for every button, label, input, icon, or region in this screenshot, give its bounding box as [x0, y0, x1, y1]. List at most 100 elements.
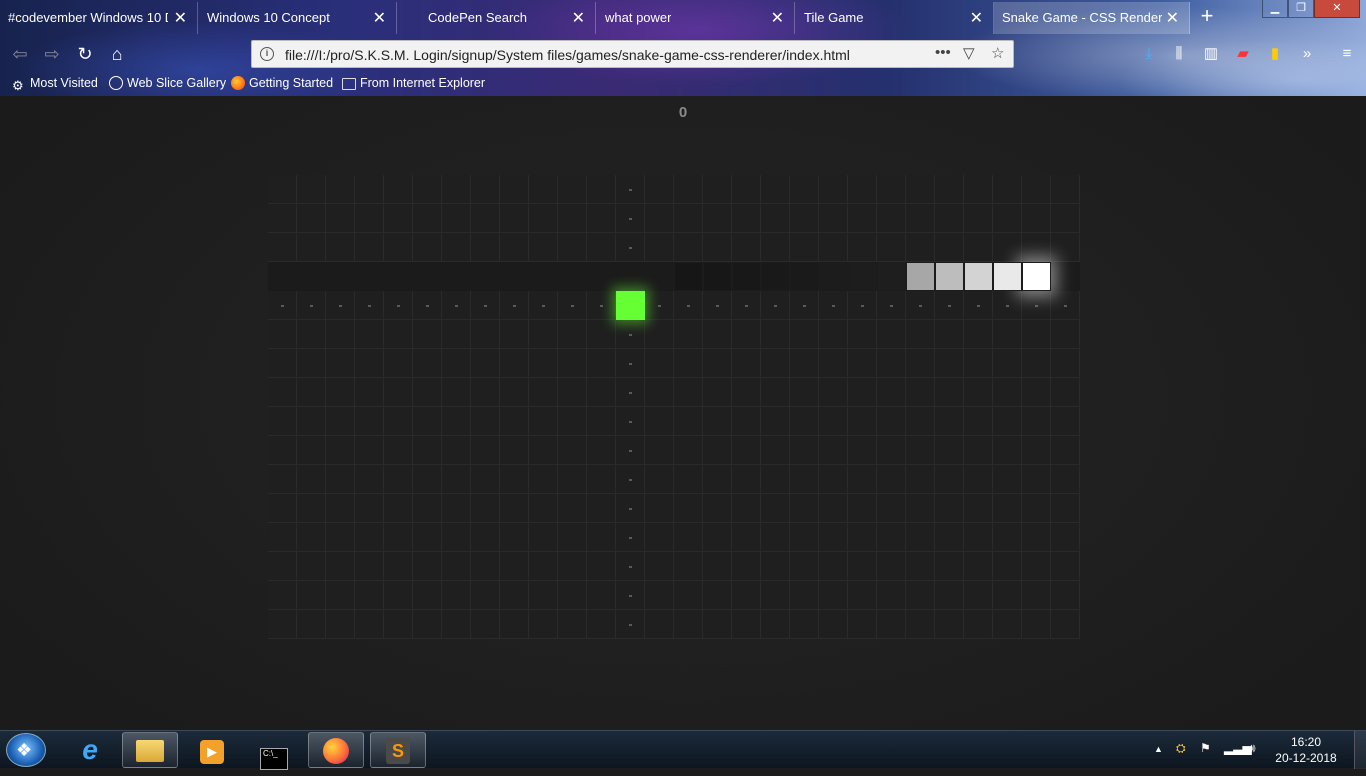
tab-windows-10-concept[interactable]: Windows 10 Concept ✕	[199, 2, 397, 34]
start-button[interactable]: ❖	[6, 733, 46, 767]
food-pellet	[616, 291, 645, 320]
trail-cell	[326, 262, 355, 291]
trail-mark	[397, 305, 400, 307]
info-icon[interactable]: i	[260, 47, 274, 61]
minimize-button[interactable]: ▁	[1262, 0, 1288, 18]
snake-segment	[848, 262, 877, 291]
stats-addon-icon[interactable]: ▮	[1262, 40, 1288, 68]
trail-mark	[890, 305, 893, 307]
trail-mark	[600, 305, 603, 307]
url-text[interactable]: file:///I:/pro/S.K.S.M. Login/signup/Sys…	[285, 47, 850, 63]
trail-mark	[658, 305, 661, 307]
snake-segment	[993, 262, 1022, 291]
bookmark-getting-started[interactable]: Getting Started	[231, 76, 333, 90]
bookmark-from-internet-explorer[interactable]: From Internet Explorer	[342, 76, 485, 90]
tab-what-power[interactable]: what power ✕	[597, 2, 795, 34]
library-icon[interactable]: ⫼	[1166, 40, 1192, 68]
bookmark-web-slice-gallery[interactable]: Web Slice Gallery	[109, 76, 226, 90]
show-desktop-button[interactable]	[1354, 731, 1366, 769]
forward-button[interactable]: ⇨	[38, 40, 66, 68]
overflow-chevron-icon[interactable]: »	[1294, 40, 1320, 68]
show-hidden-icons-button[interactable]: ▲	[1154, 744, 1163, 754]
trail-mark	[687, 305, 690, 307]
close-tab-icon[interactable]: ✕	[373, 8, 386, 28]
close-tab-icon[interactable]: ✕	[572, 8, 585, 28]
bookmark-label: Most Visited	[30, 76, 98, 90]
url-bar[interactable]: i file:///I:/pro/S.K.S.M. Login/signup/S…	[251, 40, 1014, 68]
snake-segment	[732, 262, 761, 291]
globe-icon	[109, 76, 123, 90]
firefox-icon[interactable]	[308, 732, 364, 768]
bookmark-label: Web Slice Gallery	[127, 76, 227, 90]
close-tab-icon[interactable]: ✕	[771, 8, 784, 28]
menu-hamburger-icon[interactable]: ≡	[1334, 40, 1360, 68]
trail-mark	[629, 189, 632, 191]
score-display: 0	[678, 104, 688, 121]
tab-snake-game[interactable]: Snake Game - CSS Renderer ✕	[994, 2, 1190, 34]
media-player-icon[interactable]: ▶	[184, 732, 240, 768]
downloads-icon[interactable]: ⤓	[1136, 40, 1162, 68]
clock[interactable]: 16:20 20-12-2018	[1270, 734, 1342, 766]
trail-mark	[484, 305, 487, 307]
snake-segment	[674, 262, 703, 291]
snake-segment	[703, 262, 732, 291]
trail-mark	[629, 624, 632, 626]
trail-cell	[529, 262, 558, 291]
home-button[interactable]: ⌂	[103, 40, 131, 68]
close-tab-icon[interactable]: ✕	[1166, 8, 1179, 28]
flash-addon-icon[interactable]: ▰	[1230, 40, 1256, 68]
trail-cell	[500, 262, 529, 291]
tab-title: what power	[605, 10, 672, 25]
snake-segment	[877, 262, 906, 291]
close-window-button[interactable]: ✕	[1314, 0, 1360, 18]
tab-title: #codevember Windows 10 De	[8, 10, 168, 25]
trail-mark	[745, 305, 748, 307]
trail-mark	[368, 305, 371, 307]
trail-cell	[645, 262, 674, 291]
trail-mark	[629, 334, 632, 336]
internet-explorer-icon[interactable]: e	[62, 732, 118, 768]
pocket-icon[interactable]: ▽	[963, 44, 975, 62]
page-actions-icon[interactable]: •••	[935, 44, 951, 61]
tab-title: Snake Game - CSS Renderer	[1002, 10, 1162, 25]
sidebar-icon[interactable]: ▥	[1198, 40, 1224, 68]
trail-mark	[629, 247, 632, 249]
command-prompt-icon[interactable]: C:\_	[246, 732, 302, 770]
reload-button[interactable]: ↻	[71, 40, 99, 68]
tab-codepen-search[interactable]: CodePen Search ✕	[398, 2, 596, 34]
game-board[interactable]	[268, 175, 1080, 639]
close-tab-icon[interactable]: ✕	[174, 8, 187, 28]
close-tab-icon[interactable]: ✕	[970, 8, 983, 28]
network-update-icon[interactable]: ⛭	[1176, 741, 1186, 756]
trail-cell	[471, 262, 500, 291]
bookmarks-toolbar: ⚙ Most Visited Web Slice Gallery Getting …	[0, 74, 1366, 94]
tab-tile-game[interactable]: Tile Game ✕	[796, 2, 994, 34]
clock-time: 16:20	[1290, 735, 1322, 749]
trail-mark	[803, 305, 806, 307]
trail-mark	[629, 508, 632, 510]
volume-icon[interactable]: 🔊︎	[1248, 741, 1256, 756]
folder-icon	[342, 78, 356, 90]
back-button[interactable]: ⇦	[6, 40, 34, 68]
trail-mark	[1006, 305, 1009, 307]
maximize-button[interactable]: ❐	[1288, 0, 1314, 18]
trail-mark	[629, 537, 632, 539]
trail-mark	[310, 305, 313, 307]
trail-cell	[297, 262, 326, 291]
trail-mark	[629, 218, 632, 220]
tab-codevember[interactable]: #codevember Windows 10 De ✕	[0, 2, 198, 34]
action-center-flag-icon[interactable]: ⚑	[1200, 741, 1211, 755]
sublime-text-icon[interactable]: S	[370, 732, 426, 768]
trail-mark	[629, 363, 632, 365]
taskbar: ❖ e ▶ C:\_ S ▲ ⛭ ⚑ ▂▃▅ 🔊︎ 16:20 20-12-20…	[0, 730, 1366, 770]
snake-segment	[761, 262, 790, 291]
bookmark-label: From Internet Explorer	[360, 76, 486, 90]
file-explorer-icon[interactable]	[122, 732, 178, 768]
new-tab-button[interactable]: +	[1196, 3, 1218, 29]
trail-mark	[629, 421, 632, 423]
bookmark-star-icon[interactable]: ☆	[991, 44, 1004, 62]
tab-strip: #codevember Windows 10 De ✕ Windows 10 Co…	[0, 0, 1366, 34]
bookmark-most-visited[interactable]: ⚙ Most Visited	[12, 76, 98, 93]
snake-segment	[819, 262, 848, 291]
trail-mark	[629, 479, 632, 481]
